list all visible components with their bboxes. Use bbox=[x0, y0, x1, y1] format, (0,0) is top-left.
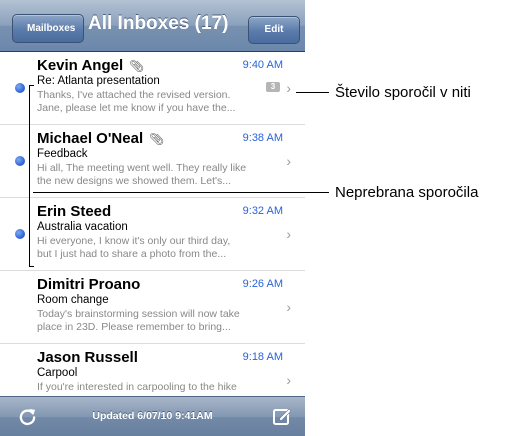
subject: Carpool bbox=[37, 367, 78, 379]
preview: Thanks, I've attached the revised versio… bbox=[37, 89, 287, 115]
thread-count-leader-line bbox=[296, 92, 329, 93]
preview-line: If you're interested in carpooling to th… bbox=[37, 381, 237, 393]
timestamp: 9:32 AM bbox=[242, 205, 283, 217]
preview-line: Thanks, I've attached the revised versio… bbox=[37, 89, 231, 101]
message-row[interactable]: Michael O'Neal 📎︎ 9:38 AM Feedback Hi all… bbox=[0, 125, 305, 198]
timestamp: 9:18 AM bbox=[242, 351, 283, 363]
chevron-right-icon: › bbox=[286, 226, 291, 242]
thread-count-badge: 3 bbox=[266, 82, 280, 92]
sender: Michael O'Neal 📎︎ bbox=[37, 130, 164, 147]
unread-dot-icon bbox=[15, 156, 25, 166]
unread-leader-line bbox=[33, 192, 329, 193]
preview-line: place in 23D. Please remember to bring..… bbox=[37, 321, 231, 333]
timestamp: 9:38 AM bbox=[242, 132, 283, 144]
timestamp: 9:40 AM bbox=[242, 59, 283, 71]
unread-callout: Neprebrana sporočila bbox=[335, 184, 479, 201]
unread-dot-icon bbox=[15, 229, 25, 239]
back-button-label: Mailboxes bbox=[27, 23, 76, 34]
bottom-toolbar: Updated 6/07/10 9:41AM bbox=[0, 396, 305, 436]
sender-name: Erin Steed bbox=[37, 203, 112, 220]
preview: Today's brainstorming session will now t… bbox=[37, 308, 287, 334]
updated-status: Updated 6/07/10 9:41AM bbox=[92, 410, 213, 422]
sender-name: Dimitri Proano bbox=[37, 276, 141, 293]
preview-line: Today's brainstorming session will now t… bbox=[37, 308, 240, 320]
navigation-bar: Mailboxes All Inboxes (17) Edit bbox=[0, 0, 305, 52]
message-row[interactable]: Dimitri Proano 9:26 AM Room change Today… bbox=[0, 271, 305, 344]
preview-line: Jane, please let me know if you have the… bbox=[37, 102, 236, 114]
mail-app: Mailboxes All Inboxes (17) Edit Kevin An… bbox=[0, 0, 305, 436]
preview: Hi all, The meeting went well. They real… bbox=[37, 162, 287, 188]
chevron-right-icon: › bbox=[286, 80, 291, 96]
preview: Hi everyone, I know it's only our third … bbox=[37, 235, 287, 261]
preview-line: Hi all, The meeting went well. They real… bbox=[37, 162, 247, 174]
preview-line: Hi everyone, I know it's only our third … bbox=[37, 235, 231, 247]
sender-name: Kevin Angel bbox=[37, 57, 124, 74]
message-row[interactable]: Erin Steed 9:32 AM Australia vacation Hi… bbox=[0, 198, 305, 271]
thread-count-callout: Število sporočil v niti bbox=[335, 84, 471, 101]
page-title: All Inboxes (17) bbox=[88, 13, 229, 34]
unread-dot-icon bbox=[15, 83, 25, 93]
subject: Re: Atlanta presentation bbox=[37, 75, 160, 87]
preview-line: the new designs we showed them. Let's... bbox=[37, 175, 232, 187]
sender-name: Michael O'Neal bbox=[37, 130, 144, 147]
compose-icon[interactable] bbox=[272, 406, 292, 426]
sender-name: Jason Russell bbox=[37, 349, 138, 366]
paperclip-icon: 📎︎ bbox=[129, 59, 145, 73]
chevron-right-icon: › bbox=[286, 153, 291, 169]
sender: Kevin Angel 📎︎ bbox=[37, 57, 144, 74]
subject: Room change bbox=[37, 294, 109, 306]
preview: If you're interested in carpooling to th… bbox=[37, 381, 287, 394]
chevron-right-icon: › bbox=[286, 372, 291, 388]
preview-line: but I just had to share a photo from the… bbox=[37, 248, 227, 260]
subject: Feedback bbox=[37, 148, 88, 160]
timestamp: 9:26 AM bbox=[242, 278, 283, 290]
message-list: Kevin Angel 📎︎ 9:40 AM Re: Atlanta presen… bbox=[0, 52, 305, 417]
unread-bracket bbox=[29, 85, 34, 267]
message-row[interactable]: Kevin Angel 📎︎ 9:40 AM Re: Atlanta presen… bbox=[0, 52, 305, 125]
paperclip-icon: 📎︎ bbox=[149, 132, 165, 146]
chevron-right-icon: › bbox=[286, 299, 291, 315]
edit-button[interactable]: Edit bbox=[248, 16, 300, 44]
subject: Australia vacation bbox=[37, 221, 128, 233]
mailboxes-back-button[interactable]: Mailboxes bbox=[12, 14, 85, 43]
